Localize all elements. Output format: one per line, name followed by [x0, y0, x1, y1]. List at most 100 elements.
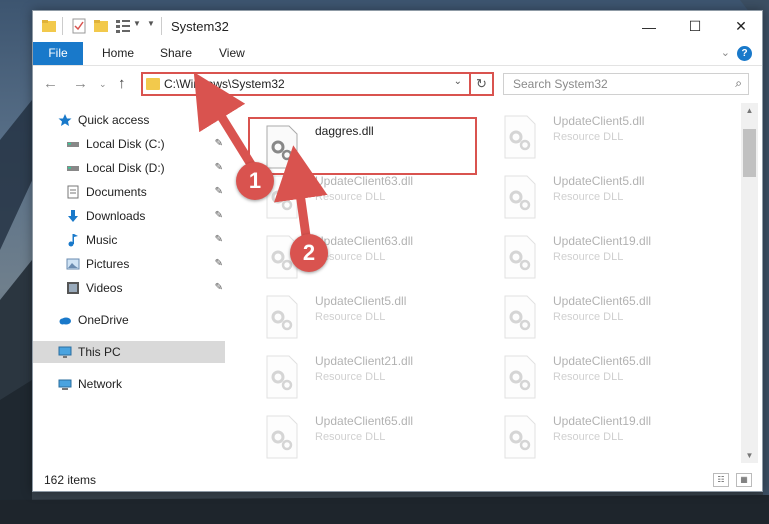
quick-access-toolbar-dropdown-icon[interactable]: ▼ — [147, 19, 155, 28]
cloud-icon — [59, 317, 71, 325]
chevron-down-icon[interactable]: ▼ — [133, 19, 141, 28]
computer-icon — [58, 346, 72, 358]
ribbon: File Home Share View ⌄ ? — [33, 42, 762, 66]
sidebar-item-label: Documents — [86, 185, 147, 199]
dll-file-icon — [266, 295, 298, 339]
expand-ribbon-icon[interactable]: ⌄ — [721, 46, 730, 59]
sidebar-item-label: Pictures — [86, 257, 130, 271]
tab-file[interactable]: File — [33, 42, 83, 65]
window-title: System32 — [171, 19, 229, 34]
new-folder-icon[interactable] — [93, 18, 109, 34]
pin-icon: ✎ — [214, 162, 223, 173]
maximize-button[interactable]: ☐ — [672, 11, 718, 42]
minimize-icon: — — [642, 18, 656, 35]
download-icon — [68, 210, 78, 222]
sidebar-item-this-pc[interactable]: This PC — [33, 341, 225, 363]
address-bar[interactable]: C:\Windows\System32 ⌄ — [141, 72, 494, 96]
step-2-callout: 2 — [290, 234, 328, 272]
sidebar-item-local-disk-d[interactable]: Local Disk (D:) ✎ — [66, 157, 223, 179]
tab-view[interactable]: View — [219, 42, 245, 65]
file-name: UpdateClient21.dll — [315, 354, 414, 368]
file-item[interactable]: UpdateClient21.dll Resource DLL — [249, 349, 479, 405]
file-list: daggres.dll UpdateClient5.dll Resource D… — [233, 103, 741, 463]
file-item[interactable]: UpdateClient5.dll Resource DLL — [487, 169, 717, 225]
search-input[interactable]: Search System32 ⌕ — [503, 73, 749, 95]
tab-home[interactable]: Home — [102, 42, 134, 65]
file-type: Resource DLL — [315, 191, 386, 203]
close-icon: ✕ — [735, 18, 747, 34]
up-icon[interactable]: ↑ — [118, 75, 126, 92]
file-item[interactable]: UpdateClient63.dll Resource DLL — [249, 229, 479, 285]
sidebar-item-label: Local Disk (C:) — [86, 137, 165, 151]
search-icon: ⌕ — [735, 76, 742, 90]
sidebar-item-music[interactable]: Music ✎ — [66, 229, 223, 251]
sidebar-item-quick-access[interactable]: Quick access — [58, 109, 223, 131]
file-item[interactable]: UpdateClient65.dll Resource DLL — [487, 349, 717, 405]
large-icons-view-icon[interactable]: ▦ — [736, 473, 752, 487]
file-name: UpdateClient5.dll — [315, 294, 407, 308]
sidebar-item-pictures[interactable]: Pictures ✎ — [66, 253, 223, 275]
pin-icon: ✎ — [214, 258, 223, 269]
sidebar-item-label: Quick access — [78, 113, 150, 127]
file-item[interactable]: UpdateClient19.dll Resource DLL — [487, 229, 717, 285]
sidebar-item-local-disk-c[interactable]: Local Disk (C:) ✎ — [66, 133, 223, 155]
minimize-button[interactable]: — — [626, 11, 672, 42]
sidebar-item-network[interactable]: Network — [58, 373, 223, 395]
recent-locations-icon[interactable]: ⌄ — [99, 79, 107, 90]
file-item[interactable]: UpdateClient63.dll Resource DLL — [249, 169, 479, 225]
sidebar-item-documents[interactable]: Documents ✎ — [66, 181, 223, 203]
pin-icon: ✎ — [214, 282, 223, 293]
file-type: Resource DLL — [315, 371, 386, 383]
vertical-scrollbar[interactable]: ▲ ▼ — [741, 103, 758, 463]
file-type: Resource DLL — [315, 311, 386, 323]
file-item[interactable]: UpdateClient65.dll Resource DLL — [487, 289, 717, 345]
sidebar-item-downloads[interactable]: Downloads ✎ — [66, 205, 223, 227]
sidebar-item-videos[interactable]: Videos ✎ — [66, 277, 223, 299]
folder-icon — [146, 78, 160, 90]
details-view-icon[interactable]: ☷ — [713, 473, 729, 487]
refresh-icon: ↻ — [476, 76, 487, 91]
refresh-button[interactable]: ↻ — [469, 72, 494, 96]
properties-icon[interactable] — [71, 18, 87, 34]
file-item[interactable]: UpdateClient65.dll Resource DLL — [249, 409, 479, 465]
scroll-down-icon[interactable]: ▼ — [741, 451, 758, 460]
scroll-thumb[interactable] — [743, 129, 756, 177]
dll-file-icon — [504, 115, 536, 159]
customize-toolbar-icon[interactable] — [115, 18, 131, 34]
step-1-callout: 1 — [236, 162, 274, 200]
pin-icon: ✎ — [214, 186, 223, 197]
file-name: UpdateClient63.dll — [315, 234, 414, 248]
file-item[interactable]: UpdateClient5.dll Resource DLL — [249, 289, 479, 345]
help-icon[interactable]: ? — [737, 46, 752, 61]
sidebar-item-label: Downloads — [86, 209, 146, 223]
file-type: Resource DLL — [315, 431, 386, 443]
dll-file-icon — [266, 125, 298, 169]
sidebar-item-label: OneDrive — [78, 313, 129, 327]
file-name: UpdateClient65.dll — [553, 294, 652, 308]
address-row: ← → ⌄ ↑ C:\Windows\System32 ⌄ ↻ Search S… — [33, 67, 762, 101]
address-dropdown-icon[interactable]: ⌄ — [454, 76, 462, 87]
file-name: UpdateClient65.dll — [315, 414, 414, 428]
file-type: Resource DLL — [553, 371, 624, 383]
dll-file-icon — [504, 235, 536, 279]
address-path: C:\Windows\System32 — [164, 77, 285, 91]
back-icon[interactable]: ← — [43, 75, 58, 92]
dll-file-icon — [266, 355, 298, 399]
forward-icon[interactable]: → — [73, 75, 88, 92]
search-placeholder: Search System32 — [513, 77, 608, 91]
dll-file-icon — [266, 415, 298, 459]
file-name: UpdateClient63.dll — [315, 174, 414, 188]
file-item-daggres-dll[interactable]: daggres.dll — [249, 119, 479, 175]
sidebar-item-label: Network — [78, 377, 123, 391]
dll-file-icon — [504, 415, 536, 459]
tab-share[interactable]: Share — [160, 42, 192, 65]
file-item[interactable]: UpdateClient19.dll Resource DLL — [487, 409, 717, 465]
file-item[interactable]: UpdateClient5.dll Resource DLL — [487, 109, 717, 165]
sidebar-item-label: Music — [86, 233, 118, 247]
documents-icon — [67, 185, 79, 199]
sidebar-item-onedrive[interactable]: OneDrive — [58, 309, 223, 331]
file-name: UpdateClient5.dll — [553, 174, 645, 188]
scroll-up-icon[interactable]: ▲ — [741, 106, 758, 115]
file-name: UpdateClient19.dll — [553, 234, 652, 248]
close-button[interactable]: ✕ — [718, 11, 764, 42]
